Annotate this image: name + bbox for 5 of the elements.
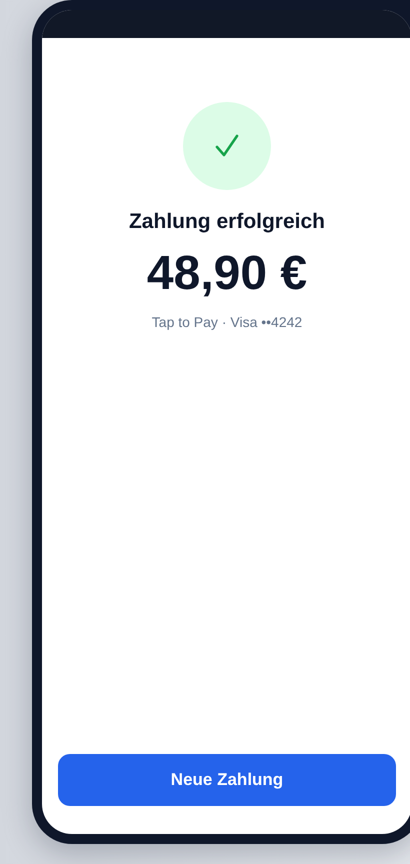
payment-details: Tap to Pay · Visa ••4242 bbox=[152, 314, 302, 330]
check-icon bbox=[214, 133, 240, 159]
status-title: Zahlung erfolgreich bbox=[128, 210, 325, 234]
new-payment-button[interactable]: Neue Zahlung bbox=[58, 754, 396, 806]
amount-text: 48,90 € bbox=[146, 246, 308, 302]
